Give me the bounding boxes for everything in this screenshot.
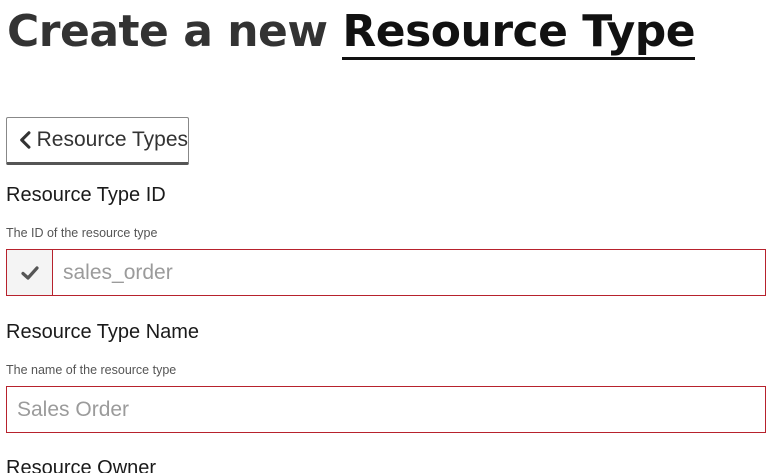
- page-title-highlight: Resource Type: [342, 6, 696, 60]
- back-button-label: Resource Types: [36, 128, 188, 151]
- back-to-resource-types-button[interactable]: Resource Types: [6, 117, 189, 165]
- resource-type-id-addon: [7, 250, 53, 295]
- resource-type-id-input-group: [6, 249, 766, 296]
- resource-type-id-help: The ID of the resource type: [6, 226, 158, 240]
- resource-type-name-input[interactable]: [7, 387, 765, 432]
- page-title: Create a new Resource Type: [7, 4, 696, 60]
- resource-type-name-label: Resource Type Name: [6, 321, 200, 343]
- check-icon: [20, 265, 39, 280]
- resource-owner-label: Resource Owner: [6, 457, 157, 473]
- page-title-prefix: Create a new: [7, 6, 328, 57]
- resource-type-name-help: The name of the resource type: [6, 363, 177, 377]
- create-resource-type-page: Create a new Resource Type Resource Type…: [0, 0, 772, 473]
- resource-type-id-input[interactable]: [53, 250, 765, 295]
- resource-type-name-input-group: [6, 386, 766, 433]
- chevron-left-icon: [20, 131, 31, 149]
- resource-type-id-label: Resource Type ID: [6, 184, 166, 206]
